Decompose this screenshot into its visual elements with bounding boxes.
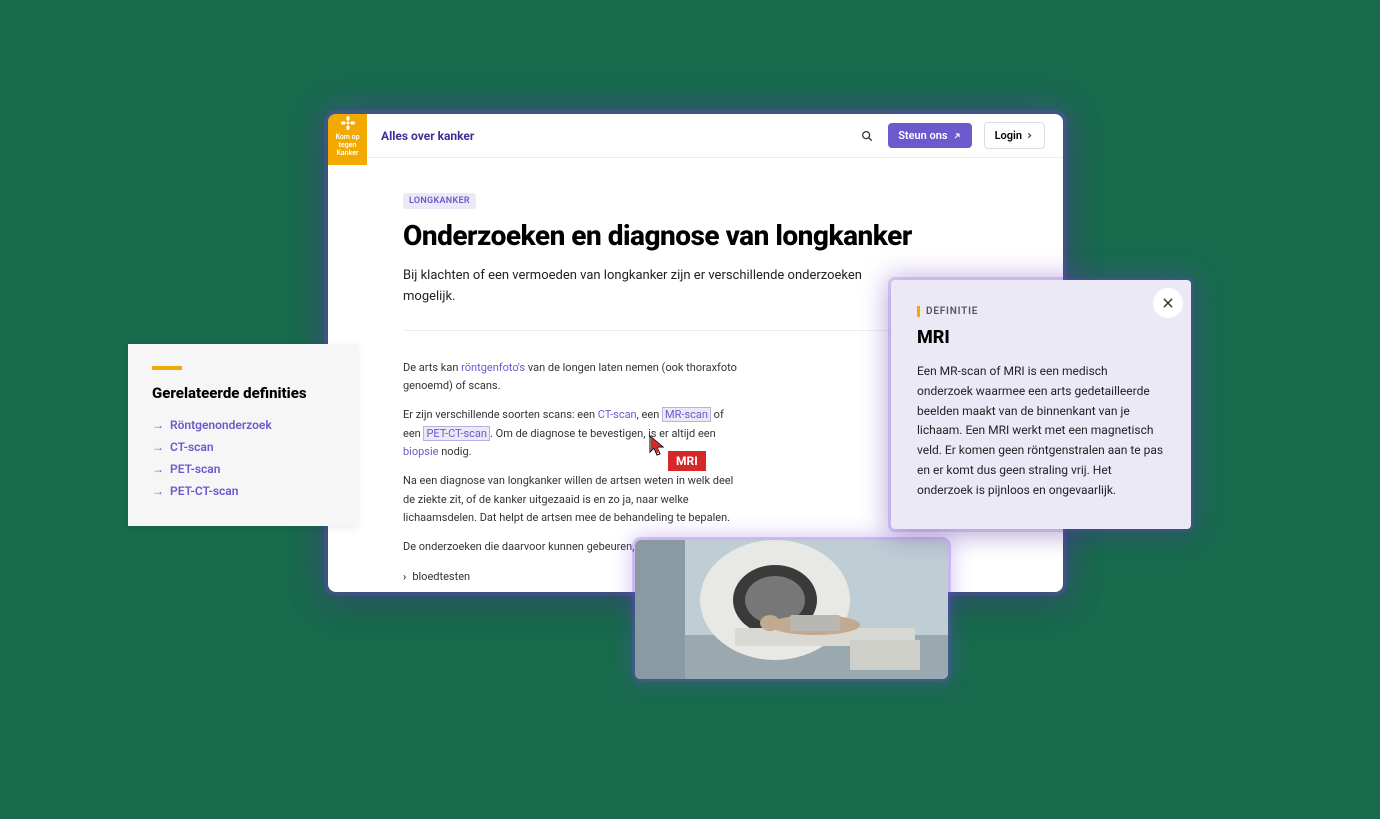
logo-text-2: tegen [339,141,357,149]
external-link-icon [952,131,962,141]
related-definitions-panel: Gerelateerde definities Röntgenonderzoek… [128,344,358,526]
topbar: Kom op tegen Kanker Alles over kanker St… [328,114,1063,158]
brand-link[interactable]: Alles over kanker [381,129,474,143]
related-item[interactable]: PET-scan [152,458,338,480]
definition-label: DEFINITIE [926,306,978,317]
accent-bar [152,366,182,370]
link-mr-scan[interactable]: MR-scan [662,407,711,422]
definition-title: MRI [917,327,1165,348]
cursor-icon [648,434,668,458]
search-icon[interactable] [858,127,876,145]
link-pet-ct-scan[interactable]: PET-CT-scan [423,426,490,441]
intro-paragraph: Bij klachten of een vermoeden van longka… [403,266,863,308]
flower-icon [340,115,356,131]
paragraph-3: Na een diagnose van longkanker willen de… [403,472,738,528]
support-label: Steun ons [898,129,947,142]
link-rontgen[interactable]: röntgenfoto's [461,361,525,374]
accent-bar [917,306,920,317]
link-ct-scan[interactable]: CT-scan [598,408,637,421]
login-label: Login [995,129,1022,142]
related-item[interactable]: PET-CT-scan [152,480,338,502]
page-title: Onderzoeken en diagnose van longkanker [403,219,1008,252]
hover-tooltip: MRI [668,451,706,471]
definition-label-row: DEFINITIE [917,306,1165,317]
definition-popover: DEFINITIE MRI Een MR-scan of MRI is een … [891,280,1191,529]
definition-body: Een MR-scan of MRI is een medisch onderz… [917,362,1165,501]
related-item[interactable]: Röntgenonderzoek [152,414,338,436]
link-echografie[interactable]: echografie [504,591,556,592]
login-button[interactable]: Login [984,122,1045,149]
logo[interactable]: Kom op tegen Kanker [328,114,367,165]
close-icon [1161,296,1175,310]
logo-text-1: Kom op [335,133,359,141]
logo-text-3: Kanker [336,149,358,157]
related-heading: Gerelateerde definities [152,384,338,402]
paragraph-1: De arts kan röntgenfoto's van de longen … [403,359,738,396]
chevron-right-icon [1025,131,1034,140]
category-tag[interactable]: LONGKANKER [403,193,476,209]
support-button[interactable]: Steun ons [888,123,971,148]
close-button[interactable] [1153,288,1183,318]
mri-scanner-image [635,540,948,679]
related-list: Röntgenonderzoek CT-scan PET-scan PET-CT… [152,414,338,502]
link-biopsie[interactable]: biopsie [403,445,439,458]
related-item[interactable]: CT-scan [152,436,338,458]
